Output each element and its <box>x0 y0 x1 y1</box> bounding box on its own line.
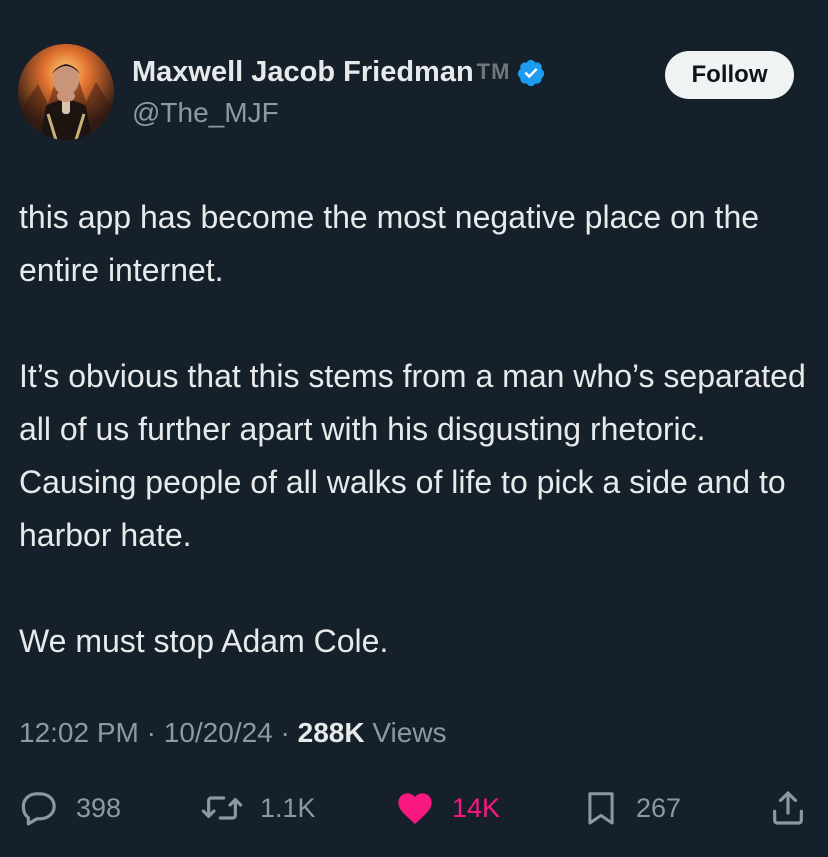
reply-count: 398 <box>76 792 122 823</box>
author-name-row[interactable]: Maxwell Jacob Friedman TM <box>132 56 546 89</box>
separator-dot: · <box>280 717 290 748</box>
views-label: Views <box>372 717 447 748</box>
follow-button[interactable]: Follow <box>665 51 794 99</box>
repost-icon <box>201 796 243 820</box>
bookmark-icon <box>588 792 614 825</box>
repost-count: 1.1K <box>260 792 316 823</box>
reply-button[interactable]: 398 <box>20 780 121 836</box>
author-handle[interactable]: @The_MJF <box>132 97 279 129</box>
repost-button[interactable]: 1.1K <box>200 780 316 836</box>
bookmark-count: 267 <box>636 792 682 823</box>
author-display-name[interactable]: Maxwell Jacob Friedman <box>132 56 474 89</box>
heart-icon <box>398 793 432 824</box>
share-icon <box>773 791 803 825</box>
share-button[interactable] <box>768 780 808 836</box>
reply-icon <box>21 792 56 826</box>
verified-badge-icon[interactable] <box>516 58 546 88</box>
views-count: 288K <box>297 717 365 748</box>
like-count: 14K <box>452 792 501 823</box>
tweet-metadata: 12:02 PM · 10/20/24 · 288K Views <box>19 717 447 749</box>
tweet-paragraph: this app has become the most negative pl… <box>19 199 760 288</box>
tweet-time[interactable]: 12:02 PM <box>19 717 139 748</box>
action-bar: 398 1.1K 14K 267 <box>0 780 828 836</box>
tweet-paragraph: It’s obvious that this stems from a man … <box>19 358 806 553</box>
tweet-text: this app has become the most negative pl… <box>19 191 814 668</box>
avatar-image <box>18 44 114 140</box>
separator-dot: · <box>146 717 156 748</box>
bookmark-button[interactable]: 267 <box>582 780 681 836</box>
tweet-paragraph: We must stop Adam Cole. <box>19 623 389 659</box>
trademark-suffix: TM <box>476 58 511 84</box>
avatar[interactable] <box>18 44 114 140</box>
tweet-date[interactable]: 10/20/24 <box>164 717 273 748</box>
like-button[interactable]: 14K <box>394 780 500 836</box>
